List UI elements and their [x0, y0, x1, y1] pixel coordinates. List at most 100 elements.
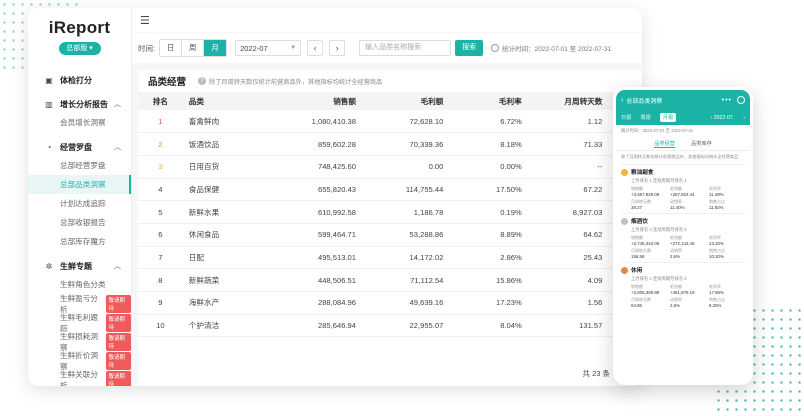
cell-rank: 4 [138, 178, 183, 202]
mobile-category-label: 休闲 [631, 268, 643, 275]
next-month-button[interactable]: › [329, 40, 346, 56]
coming-soon-badge: 敬请期待 [106, 332, 131, 351]
mobile-metric-value: 17.86% [709, 290, 724, 296]
table-row[interactable]: 8新鲜蔬菜448,506.5171,112.5415.86%4.092 [138, 268, 642, 292]
menu-fold-icon[interactable]: ☰ [140, 14, 150, 27]
sidebar-item-fresh-association[interactable]: 生鲜关联分析 敬请期待 [28, 370, 131, 386]
nav-head-label: 增长分析报告 [60, 99, 108, 109]
nav-head-growth[interactable]: ▥ 增长分析报告 ︿ [28, 95, 131, 113]
category-card: 品类经营 ? 除了月周转天数仅统计前营商品外，其他指标均统计全经营商品 排名 品类… [138, 70, 642, 386]
cell-category: 日用百货 [182, 155, 284, 179]
nav-head-checkup[interactable]: ▣ 体检打分 [28, 71, 131, 89]
medal-icon [621, 266, 628, 274]
table-row[interactable]: 5新鲜水果610,992.581,186.780.19%8,927.031 [138, 200, 642, 224]
sidebar-item-hq-compass[interactable]: 总部经营罗盘 [28, 156, 131, 175]
table-row[interactable]: 1畜禽鲜肉1,080,410.3872,628.106.72%1.122 [138, 110, 642, 134]
nav-group-growth: ▥ 增长分析报告 ︿ 会员增长洞察 [28, 89, 131, 132]
more-icon[interactable]: ••• [722, 97, 732, 104]
month-picker[interactable]: 2022-07 ▼ [235, 40, 302, 56]
cell-category: 畜禽鲜肉 [182, 110, 284, 134]
mobile-subtab-category[interactable]: 品类经营 [654, 140, 675, 148]
table-row[interactable]: 7日配495,513.0114,172.022.86%25.434 [138, 246, 642, 270]
mobile-category-card[interactable]: 粮油副食 上月排名 1 连续周期月排名 1 销售额 +3,567,929.09 毛利额 +… [621, 164, 745, 210]
sidebar-item-plan-tracking[interactable]: 计划达成追踪 [28, 194, 131, 213]
stat-time: 统计时间：2022-07-01 至 2022-07-31 [491, 43, 611, 53]
coming-soon-badge: 敬请期待 [106, 370, 131, 386]
main-content: ☰ 时间: 日 周 月 2022-07 ▼ ‹ › 输入品类名称搜索 搜索 统计… [132, 8, 642, 386]
chevron-up-icon: ︿ [114, 101, 121, 108]
category-search-input[interactable]: 输入品类名称搜索 [359, 40, 452, 56]
sidebar-item-fresh-discount[interactable]: 生鲜折价洞察 敬请期待 [28, 351, 131, 371]
mobile-category-card[interactable]: 休闲 上月排名 2 连续周期月排名 2 销售额 +2,605,359.89 毛利额 +46… [621, 262, 745, 308]
prev-month-button[interactable]: ‹ [307, 40, 324, 56]
table-row[interactable]: 4食品保健655,820.43114,755.4417.50%67.223 [138, 178, 642, 202]
mobile-metric: 毛利率 13.20% [709, 235, 745, 246]
col-rank[interactable]: 排名 [138, 92, 183, 110]
cell-gross-profit: 22,955.07 [361, 314, 450, 338]
table-row[interactable]: 10个护清洁285,646.9422,955.078.04%131.571 [138, 314, 642, 338]
mobile-tab-daily[interactable]: 日报 [621, 114, 631, 121]
period-toggle: 日 周 月 [159, 39, 228, 57]
cell-turnover-days: 4.09 [527, 268, 609, 292]
table-row[interactable]: 9海鲜水产288,084.9649,639.1617.23%1.569 [138, 291, 642, 315]
sidebar-item-label: 总部经营罗盘 [60, 161, 106, 170]
table-row[interactable]: 2饭酒饮品859,602.2870,339.368.18%71.331 [138, 132, 642, 156]
mobile-metric-value: +2,605,359.89 [631, 290, 660, 296]
cell-gross-profit: 71,112.54 [361, 268, 450, 292]
col-category[interactable]: 品类 [182, 92, 284, 110]
sidebar-item-inventory-cube[interactable]: 总部库存魔方 [28, 232, 131, 251]
col-margin[interactable]: 毛利率 [449, 92, 528, 110]
table-row[interactable]: 6休闲食品599,464.7153,288.868.89%64.622 [138, 223, 642, 247]
cell-sales: 610,992.58 [283, 200, 362, 224]
target-icon[interactable] [737, 96, 745, 104]
sidebar-item-cashier-report[interactable]: 总部收银报告 [28, 213, 131, 232]
mobile-metric-value: 2.6% [670, 254, 681, 260]
mobile-stat-time: 统计时间：2022-07-01 至 2022-07-31 [621, 128, 694, 133]
sidebar-item-fresh-role[interactable]: 生鲜角色分类 [28, 275, 131, 294]
sidebar-item-category-insight[interactable]: 总部品类洞察 [28, 175, 131, 194]
mobile-metric: 销售额 +2,605,359.89 [631, 284, 667, 295]
nav-head-fresh[interactable]: ✲ 生鲜专题 ︿ [28, 257, 131, 275]
month-value: 2022-07 [240, 43, 268, 53]
col-turnover-days[interactable]: 月周转天数 [527, 92, 609, 110]
sidebar-item-fresh-loss[interactable]: 生鲜损耗洞察 敬请期待 [28, 332, 131, 352]
mobile-subtab-inventory[interactable]: 品类库存 [691, 140, 712, 148]
cell-margin: 0.00% [449, 155, 528, 179]
stat-time-text: 统计时间：2022-07-01 至 2022-07-31 [502, 46, 612, 53]
back-icon[interactable]: ‹ [621, 97, 623, 104]
cell-turnover-days: 1.56 [527, 291, 609, 315]
col-gross-profit[interactable]: 毛利额 [361, 92, 450, 110]
sidebar-item-fresh-profit[interactable]: 生鲜盈亏分析 敬请期待 [28, 294, 131, 314]
col-sales[interactable]: 销售额 [283, 92, 362, 110]
cell-sales: 859,602.28 [283, 132, 362, 156]
search-button[interactable]: 搜索 [455, 40, 484, 56]
period-day[interactable]: 日 [160, 40, 183, 56]
mobile-metric-grid: 销售额 +3,567,929.09 毛利额 +267,922.44 毛利率 11.49% 月… [621, 184, 745, 210]
period-week[interactable]: 周 [182, 40, 205, 56]
tenant-dropdown[interactable]: 总部版 ▾ [58, 42, 101, 55]
mobile-metric-value: 11.40% [670, 205, 685, 211]
cell-rank: 1 [138, 110, 183, 134]
cell-margin: 15.86% [449, 268, 528, 292]
nav-head-compass[interactable]: ◔ 经营罗盘 ︿ [28, 138, 131, 156]
period-month[interactable]: 月 [204, 40, 227, 56]
table-row[interactable]: 3日用百货748,425.600.000.00%--2 [138, 155, 642, 179]
mobile-metric-value: 9.25% [709, 303, 722, 309]
mobile-tab-monthly[interactable]: 月报 [659, 113, 677, 122]
mobile-metric-value: 2.6% [670, 303, 681, 309]
mobile-date[interactable]: ‹ 2022-07 › [711, 115, 745, 121]
mobile-tab-weekly[interactable]: 周报 [640, 114, 650, 121]
sidebar-item-label: 总部收银报告 [60, 218, 106, 227]
cell-gross-profit: 114,755.44 [361, 178, 450, 202]
card-title: 品类经营 [148, 77, 187, 88]
cell-category: 新鲜水果 [182, 200, 284, 224]
table-header-row: 排名 品类 销售额 毛利额 毛利率 月周转天数 动销 [138, 92, 642, 110]
nav-head-label: 经营罗盘 [60, 142, 92, 152]
sidebar-item-fresh-margin[interactable]: 生鲜毛利跟踪 敬请期待 [28, 313, 131, 333]
sidebar-item-member-growth[interactable]: 会员增长洞察 [28, 113, 131, 132]
cell-sales: 655,820.43 [283, 178, 362, 202]
mobile-category-card[interactable]: 烟酒饮 上月排名 3 连续周期月排名 5 销售额 +2,745,343.09 毛利额 +2… [621, 213, 745, 259]
cell-rank: 7 [138, 246, 183, 270]
mobile-metric: 销售占比 11.82% [709, 199, 745, 210]
mobile-metric-value: 64.86 [631, 303, 642, 309]
